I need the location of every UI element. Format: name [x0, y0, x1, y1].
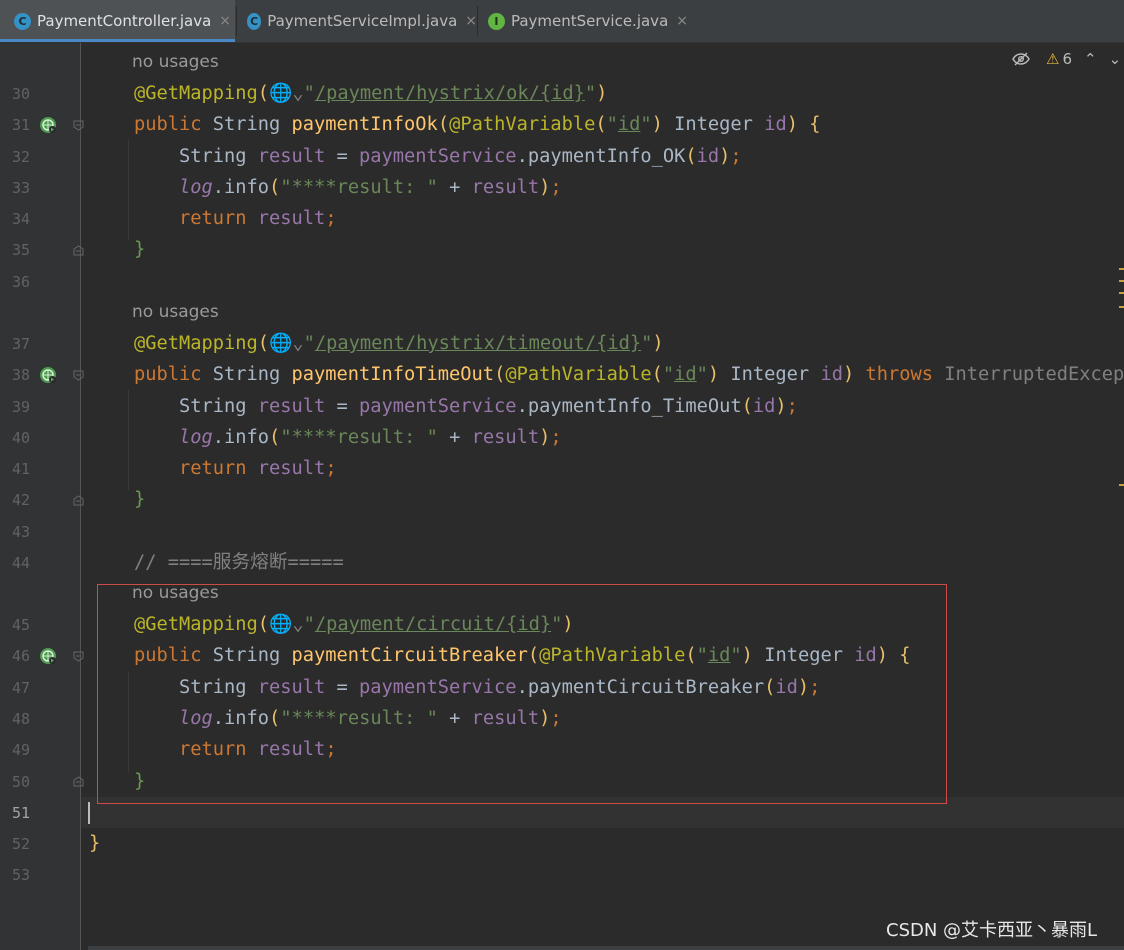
- highlight-box: [97, 584, 947, 804]
- line-number: 47: [11, 679, 30, 697]
- line-number: 43: [11, 523, 30, 541]
- text-caret: [88, 802, 90, 824]
- code-line: log.info("****result: " + result);: [179, 427, 562, 448]
- tab-label: PaymentController.java: [37, 12, 212, 30]
- chevron-down-icon[interactable]: ⌄: [1109, 50, 1122, 68]
- line-number: 37: [11, 335, 30, 353]
- class-icon: C: [14, 12, 31, 30]
- line-number: 42: [11, 491, 30, 509]
- scroll-marker[interactable]: [1119, 484, 1124, 486]
- line-number: 32: [11, 148, 30, 166]
- tab-payment-service[interactable]: I PaymentService.java ×: [478, 0, 688, 42]
- code-line: }: [134, 239, 146, 260]
- interface-icon: I: [488, 12, 505, 30]
- fold-icon[interactable]: [73, 651, 84, 662]
- code-line: return result;: [179, 208, 337, 229]
- code-line: String result = paymentService.paymentIn…: [89, 396, 798, 417]
- close-icon[interactable]: ×: [219, 13, 231, 29]
- chevron-up-icon[interactable]: ⌃: [1084, 50, 1097, 68]
- scroll-marker[interactable]: [1119, 280, 1124, 282]
- code-line: log.info("****result: " + result);: [179, 177, 562, 198]
- horizontal-scrollbar[interactable]: [88, 946, 1124, 950]
- code-line: String result = paymentService.paymentIn…: [89, 146, 742, 167]
- code-line: public String paymentInfoOk(@PathVariabl…: [134, 114, 821, 135]
- line-number: 39: [11, 398, 30, 416]
- line-number: 48: [11, 710, 30, 728]
- scroll-marker[interactable]: [1119, 306, 1124, 308]
- line-number: 51: [11, 804, 30, 822]
- run-endpoint-icon[interactable]: [39, 366, 57, 384]
- line-number: 44: [11, 554, 30, 572]
- code-line: public String paymentInfoTimeOut(@PathVa…: [134, 364, 1124, 385]
- tab-payment-controller[interactable]: C PaymentController.java ×: [0, 0, 235, 42]
- line-number: 33: [11, 179, 30, 197]
- usages-hint[interactable]: no usages: [132, 52, 219, 72]
- scroll-marker[interactable]: [1119, 292, 1124, 294]
- line-number: 38: [11, 366, 30, 384]
- line-number: 41: [11, 460, 30, 478]
- fold-icon[interactable]: [73, 495, 84, 506]
- line-number: 45: [11, 616, 30, 634]
- fold-icon[interactable]: [73, 245, 84, 256]
- line-number: 49: [11, 741, 30, 759]
- close-icon[interactable]: ×: [676, 13, 688, 29]
- line-number: 46: [11, 647, 30, 665]
- code-line: }: [134, 489, 146, 510]
- tab-label: PaymentServiceImpl.java: [267, 12, 458, 30]
- line-number: 52: [11, 835, 30, 853]
- code-comment: // ====服务熔断=====: [134, 552, 344, 573]
- scroll-marker[interactable]: [1119, 268, 1124, 270]
- class-icon: C: [247, 12, 262, 30]
- tab-payment-service-impl[interactable]: C PaymentServiceImpl.java ×: [237, 0, 477, 42]
- fold-icon[interactable]: [73, 370, 84, 381]
- fold-icon[interactable]: [73, 120, 84, 131]
- line-number: 40: [11, 429, 30, 447]
- warning-icon: ⚠: [1046, 50, 1060, 68]
- run-endpoint-icon[interactable]: [39, 116, 57, 134]
- eye-slash-icon[interactable]: [1012, 52, 1030, 66]
- code-line: return result;: [179, 458, 337, 479]
- usages-hint[interactable]: no usages: [132, 302, 219, 322]
- close-icon[interactable]: ×: [465, 13, 477, 29]
- watermark: CSDN @艾卡西亚丶暴雨L: [886, 920, 1098, 941]
- line-number: 35: [11, 241, 30, 259]
- editor-tab-bar: C PaymentController.java × C PaymentServ…: [0, 0, 1124, 43]
- warning-count: 6: [1062, 50, 1072, 68]
- code-line: @GetMapping(🌐⌄"/payment/hystrix/timeout/…: [134, 333, 664, 354]
- run-endpoint-icon[interactable]: [39, 647, 57, 665]
- code-line: @GetMapping(🌐⌄"/payment/hystrix/ok/{id}"…: [134, 83, 608, 104]
- line-number: 50: [11, 773, 30, 791]
- code-line: }: [89, 833, 101, 854]
- line-number: 30: [11, 85, 30, 103]
- line-number: 36: [11, 273, 30, 291]
- line-number: 34: [11, 210, 30, 228]
- fold-icon[interactable]: [73, 776, 84, 787]
- inspection-widget[interactable]: ⚠ 6 ⌃ ⌄: [1012, 48, 1121, 70]
- line-number: 31: [11, 116, 30, 134]
- line-number: 53: [11, 866, 30, 884]
- tab-label: PaymentService.java: [510, 12, 669, 30]
